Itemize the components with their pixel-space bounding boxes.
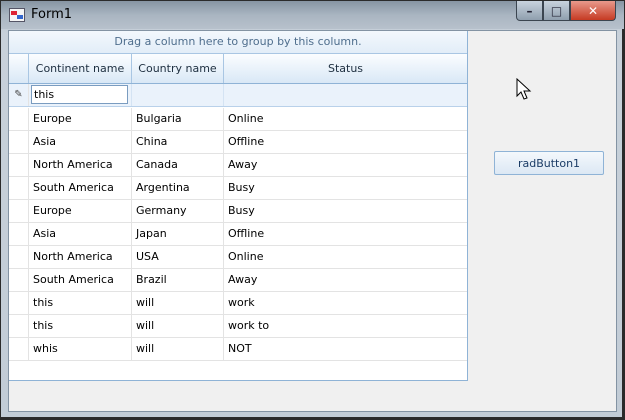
cell-country[interactable]: USA [132,246,224,268]
cell-status[interactable]: Away [224,154,467,176]
cell-country[interactable]: Germany [132,200,224,222]
cell-continent[interactable]: North America [29,154,132,176]
row-indicator-cell[interactable] [9,315,29,337]
title-bar[interactable]: Form1 – □ ✕ [1,1,624,29]
cell-status[interactable]: Busy [224,177,467,199]
header-indicator-cell [9,54,29,83]
cell-editor-input[interactable] [31,85,128,104]
data-grid[interactable]: Drag a column here to group by this colu… [9,31,468,381]
column-header-status[interactable]: Status [224,54,467,83]
cell-continent[interactable]: South America [29,177,132,199]
table-row[interactable]: whis will NOT [9,338,467,361]
mouse-pointer-icon [516,78,532,100]
cell-status[interactable]: NOT [224,338,467,360]
cell-continent[interactable]: South America [29,269,132,291]
row-indicator-cell[interactable] [9,223,29,245]
row-indicator-cell[interactable] [9,200,29,222]
cell-status[interactable]: work [224,292,467,314]
cell-country[interactable]: Japan [132,223,224,245]
table-row[interactable]: this will work to [9,315,467,338]
row-indicator-cell[interactable] [9,246,29,268]
cell-country[interactable]: will [132,338,224,360]
minimize-icon: – [526,3,533,18]
close-icon: ✕ [587,3,599,18]
row-indicator-cell[interactable] [9,338,29,360]
cell-country[interactable]: will [132,292,224,314]
pencil-icon: ✎ [9,84,29,106]
window-frame: Form1 – □ ✕ Drag a column here to group … [0,0,624,418]
table-row[interactable]: South America Brazil Away [9,269,467,292]
row-indicator-cell[interactable] [9,177,29,199]
row-indicator-cell[interactable] [9,131,29,153]
cell-continent[interactable]: Europe [29,200,132,222]
table-row[interactable]: Asia Japan Offline [9,223,467,246]
cell-continent[interactable]: Europe [29,108,132,130]
cell-country[interactable]: Argentina [132,177,224,199]
cell-status[interactable]: Offline [224,223,467,245]
group-by-panel[interactable]: Drag a column here to group by this colu… [9,31,467,54]
maximize-button[interactable]: □ [543,1,570,21]
grid-header-row: Continent name Country name Status [9,54,467,84]
cell-country[interactable]: will [132,315,224,337]
cell-status[interactable]: Online [224,246,467,268]
table-row[interactable]: South America Argentina Busy [9,177,467,200]
cell-continent[interactable]: whis [29,338,132,360]
rad-button-1[interactable]: radButton1 [494,151,604,175]
cell-status[interactable]: Busy [224,200,467,222]
row-indicator-cell[interactable] [9,154,29,176]
table-row[interactable]: Asia China Offline [9,131,467,154]
table-row[interactable]: Europe Germany Busy [9,200,467,223]
cell-continent[interactable]: North America [29,246,132,268]
table-row[interactable]: Europe Bulgaria Online [9,108,467,131]
row-indicator-cell[interactable] [9,292,29,314]
row-indicator-cell[interactable] [9,269,29,291]
maximize-icon: □ [550,3,563,18]
app-icon[interactable] [9,8,25,22]
column-header-continent[interactable]: Continent name [29,54,132,83]
cell-status[interactable]: Online [224,108,467,130]
table-row[interactable]: North America Canada Away [9,154,467,177]
edit-cell-country[interactable] [132,84,224,106]
row-indicator-cell[interactable] [9,108,29,130]
cell-country[interactable]: Brazil [132,269,224,291]
window-title: Form1 [31,7,73,22]
cell-continent[interactable]: Asia [29,131,132,153]
table-row[interactable]: North America USA Online [9,246,467,269]
minimize-button[interactable]: – [516,1,543,21]
cell-continent[interactable]: Asia [29,223,132,245]
edit-cell-status[interactable] [224,84,467,106]
edit-cell-continent[interactable] [29,84,132,106]
cell-status[interactable]: Offline [224,131,467,153]
close-button[interactable]: ✕ [570,1,616,21]
cell-country[interactable]: China [132,131,224,153]
cell-continent[interactable]: this [29,315,132,337]
cell-status[interactable]: work to [224,315,467,337]
new-row-editing[interactable]: ✎ [9,84,467,107]
table-row[interactable]: this will work [9,292,467,315]
cell-country[interactable]: Canada [132,154,224,176]
cell-status[interactable]: Away [224,269,467,291]
cell-continent[interactable]: this [29,292,132,314]
column-header-country[interactable]: Country name [132,54,224,83]
cell-country[interactable]: Bulgaria [132,108,224,130]
